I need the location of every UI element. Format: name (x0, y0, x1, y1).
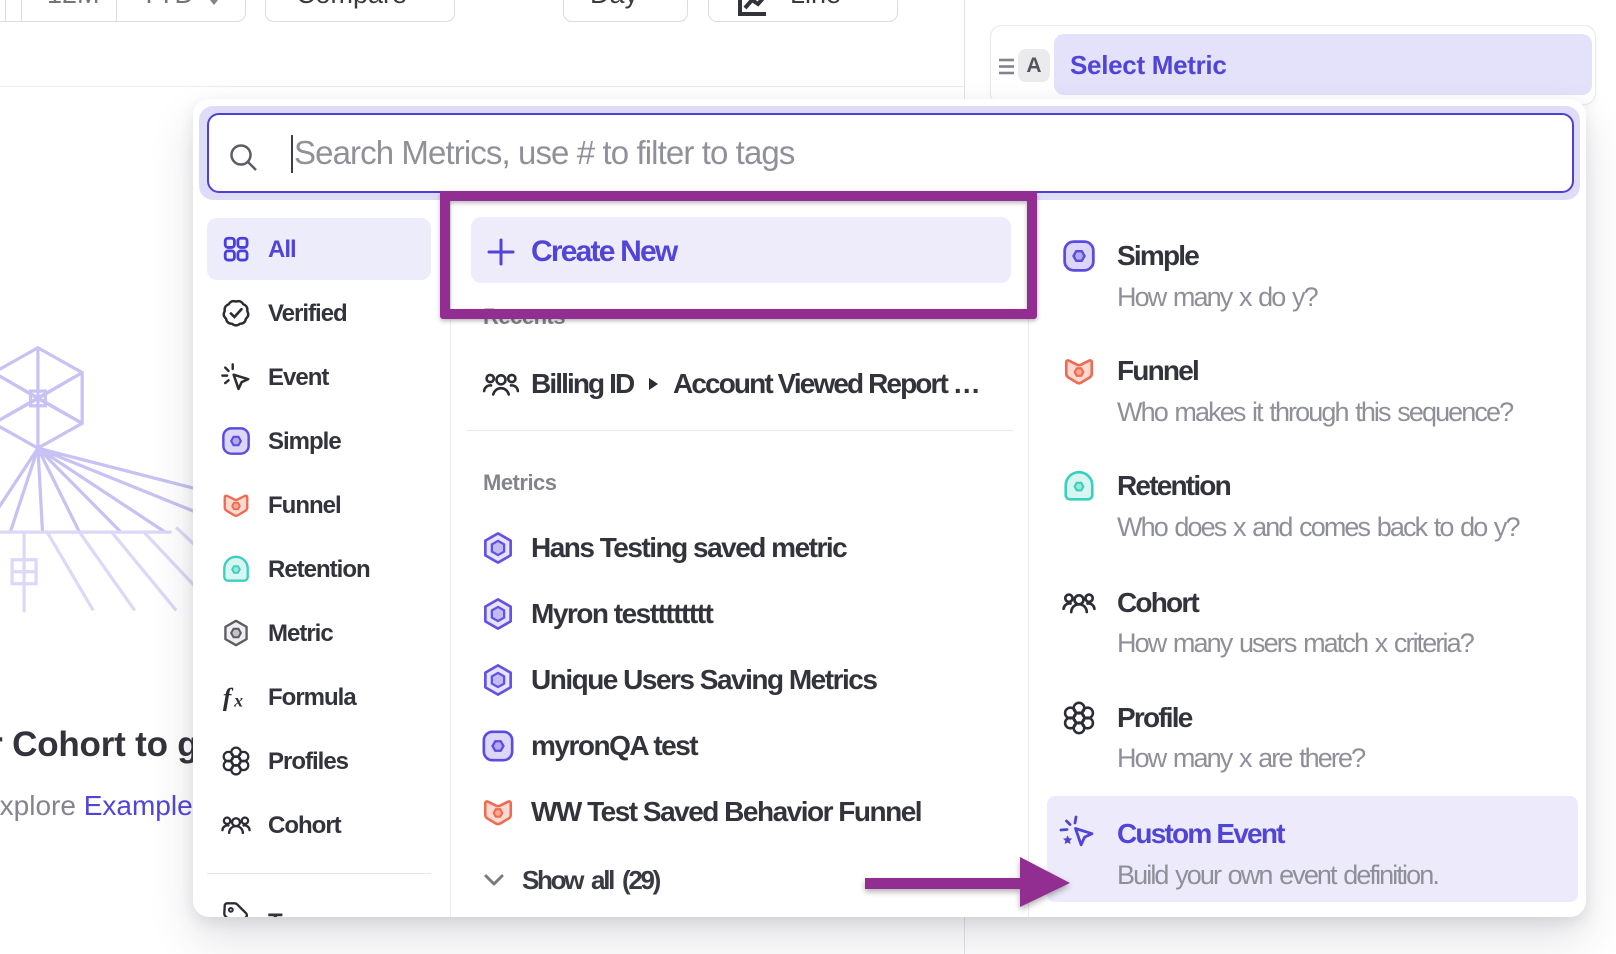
svg-text:x: x (233, 690, 243, 710)
svg-text:f: f (223, 683, 234, 711)
